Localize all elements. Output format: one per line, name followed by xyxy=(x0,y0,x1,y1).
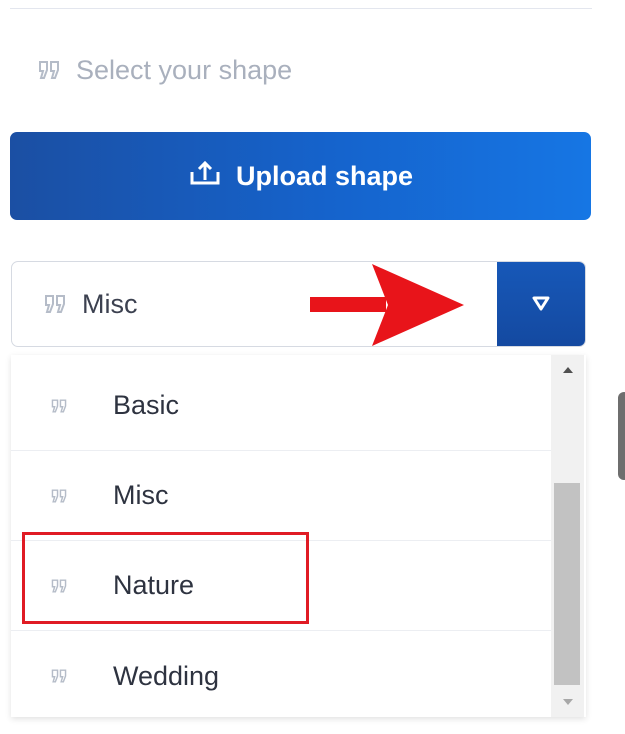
annotation-highlight-box xyxy=(22,532,309,624)
option-label: Basic xyxy=(113,390,180,420)
scroll-down-button[interactable] xyxy=(551,687,584,717)
quote-icon xyxy=(51,488,67,504)
option-label: Wedding xyxy=(113,660,220,691)
quote-icon xyxy=(51,398,67,414)
option-label: Misc xyxy=(113,480,169,510)
upload-shape-label: Upload shape xyxy=(235,160,414,191)
select-shape-text: Select your shape xyxy=(76,54,293,85)
annotation-arrow xyxy=(310,264,466,351)
option-misc[interactable]: Misc xyxy=(11,451,551,541)
scrollbar-thumb[interactable] xyxy=(554,483,580,685)
triangle-down-icon xyxy=(531,295,551,316)
upload-icon xyxy=(188,160,222,193)
top-divider xyxy=(10,8,592,9)
scroll-up-button[interactable] xyxy=(551,355,584,385)
quote-icon xyxy=(38,60,60,80)
quote-icon xyxy=(44,294,66,314)
triangle-down-icon xyxy=(562,693,574,711)
shape-category-select[interactable]: Misc xyxy=(11,261,586,347)
select-shape-label: Select your shape xyxy=(38,50,292,90)
panel-resize-handle[interactable] xyxy=(618,392,625,480)
upload-shape-button[interactable]: Upload shape xyxy=(10,132,591,220)
selected-category: Misc xyxy=(44,262,138,346)
option-basic[interactable]: Basic xyxy=(11,361,551,451)
option-wedding[interactable]: Wedding xyxy=(11,631,551,717)
selected-category-text: Misc xyxy=(82,288,138,319)
triangle-up-icon xyxy=(562,361,574,379)
dropdown-toggle-button[interactable] xyxy=(497,262,585,346)
quote-icon xyxy=(51,668,67,684)
